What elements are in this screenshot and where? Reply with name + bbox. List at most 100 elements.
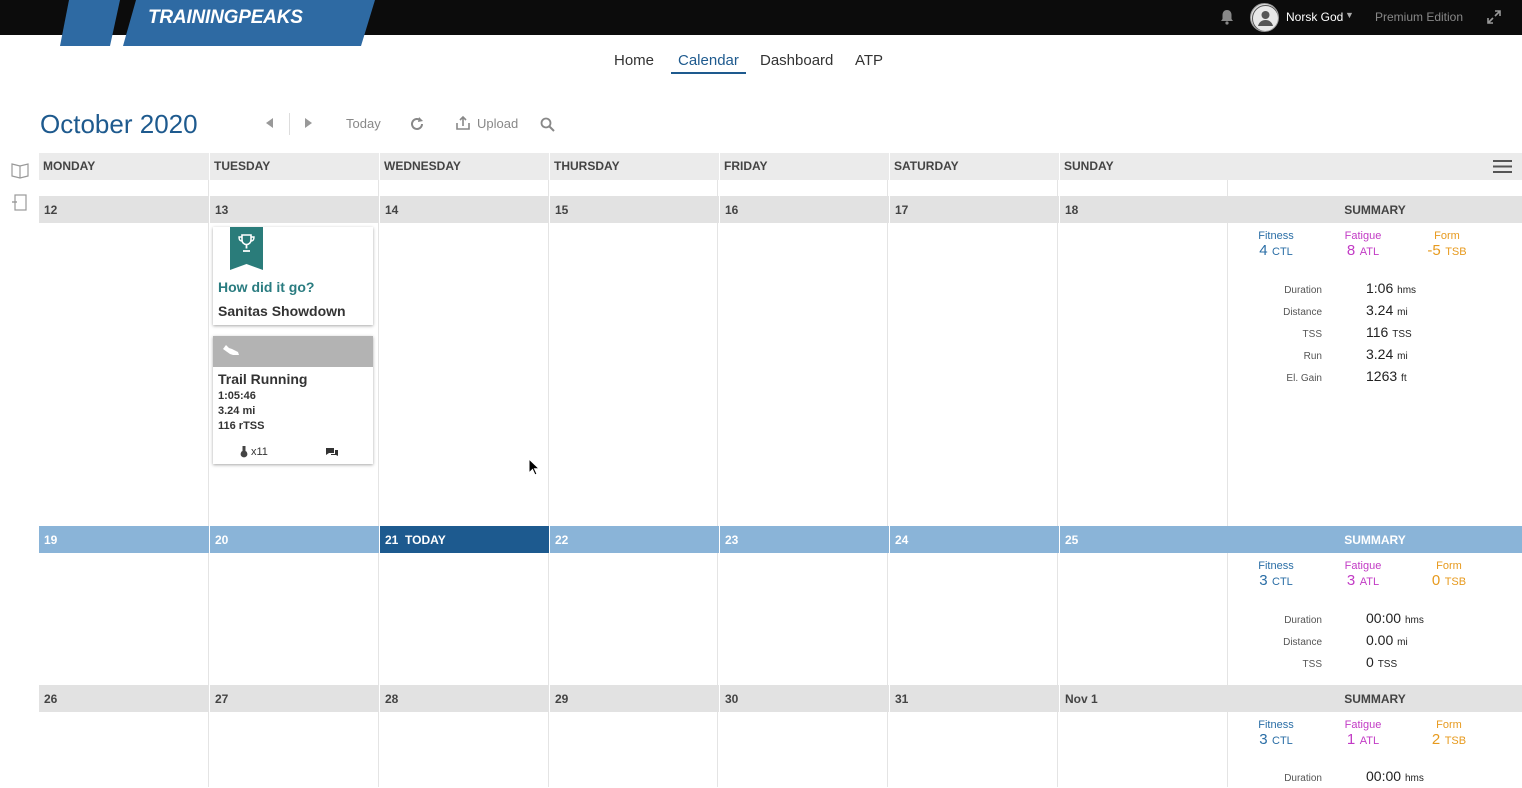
search-icon[interactable] (540, 117, 555, 132)
stat-label: Duration (1284, 285, 1322, 296)
day-cell[interactable]: 16 (719, 196, 889, 223)
day-cell[interactable]: 14 (379, 196, 549, 223)
summary-stat-distance: Distance 3.24 mi (1260, 302, 1460, 322)
day-cell[interactable]: 23 (719, 526, 889, 553)
day-cell[interactable]: 26 (39, 685, 209, 712)
logo-text: TRAININGPEAKS (148, 7, 303, 28)
tsb-unit: TSB (1445, 246, 1467, 258)
atl-unit: ATL (1359, 735, 1380, 747)
summary-label: SUMMARY (1344, 533, 1406, 547)
avatar-emblem-icon (1252, 5, 1278, 31)
stat-unit: mi (1397, 307, 1408, 318)
day-cell[interactable]: 22 (549, 526, 719, 553)
form-value: -5 (1427, 242, 1441, 259)
stat-value: 1:06 (1366, 280, 1394, 296)
stat-label: Distance (1283, 307, 1322, 318)
comment-icon[interactable] (325, 446, 339, 458)
day-cell[interactable]: 12 (39, 196, 209, 223)
workout-distance: 3.24 mi (218, 405, 256, 417)
day-header-monday: MONDAY (43, 159, 96, 173)
plans-icon[interactable] (10, 193, 30, 213)
kudos-icon[interactable] (240, 446, 248, 458)
stat-value: 116 (1366, 324, 1389, 340)
event-card[interactable]: How did it go? Sanitas Showdown (213, 227, 373, 325)
day-cell[interactable]: 28 (379, 685, 549, 712)
stat-label: TSS (1302, 659, 1322, 670)
kudos-count[interactable]: x11 (251, 446, 268, 458)
day-cell[interactable]: 27 (209, 685, 379, 712)
upload-button[interactable]: Upload (477, 116, 518, 131)
library-book-icon[interactable] (10, 160, 30, 180)
stat-unit: mi (1397, 637, 1408, 648)
today-button[interactable]: Today (346, 116, 381, 131)
stat-label: Distance (1283, 637, 1322, 648)
form-value: 2 (1431, 731, 1441, 748)
day-header-row: MONDAY TUESDAY WEDNESDAY THURSDAY FRIDAY… (39, 153, 1522, 180)
day-header-friday: FRIDAY (719, 153, 889, 180)
nav-home[interactable]: Home (614, 52, 654, 69)
refresh-icon[interactable] (409, 116, 425, 132)
day-cell[interactable]: 25 (1059, 526, 1228, 553)
user-avatar[interactable] (1250, 3, 1279, 32)
today-cell[interactable]: 21 TODAY (379, 526, 549, 553)
day-header-wednesday: WEDNESDAY (379, 153, 549, 180)
ctl-unit: CTL (1272, 735, 1293, 747)
summary-stat-run: Run 3.24 mi (1260, 346, 1460, 366)
fatigue-label: Fatigue (1344, 560, 1382, 572)
mouse-cursor-icon (528, 458, 540, 476)
day-header-tuesday: TUESDAY (209, 153, 379, 180)
username[interactable]: Norsk God (1286, 10, 1343, 24)
summary-stat-elevation-gain: El. Gain 1263 ft (1260, 368, 1460, 388)
chevron-left-icon[interactable] (264, 117, 276, 129)
ctl-unit: CTL (1272, 246, 1293, 258)
stat-unit: TSS (1377, 659, 1398, 670)
day-cell[interactable]: 20 (209, 526, 379, 553)
stat-value: 00:00 (1366, 768, 1402, 784)
workout-tss: 116 rTSS (218, 420, 265, 432)
user-menu-caret-icon[interactable]: ▼ (1345, 10, 1354, 20)
day-cell[interactable]: Nov 1 (1059, 685, 1228, 712)
calendar-title: October 2020 (40, 109, 198, 140)
stat-value: 0.00 (1366, 632, 1394, 648)
stat-label: Duration (1284, 773, 1322, 784)
day-cell[interactable]: 19 (39, 526, 209, 553)
day-cell[interactable]: 18 (1059, 196, 1228, 223)
upload-icon[interactable] (455, 115, 471, 131)
form-label: Form (1434, 230, 1460, 242)
day-cell[interactable]: 13 (209, 196, 379, 223)
nav-dashboard[interactable]: Dashboard (760, 52, 833, 69)
hamburger-menu-icon[interactable] (1493, 159, 1512, 174)
day-cell[interactable]: 31 (889, 685, 1059, 712)
event-question[interactable]: How did it go? (218, 279, 314, 295)
chevron-right-icon[interactable] (302, 117, 314, 129)
nav-atp[interactable]: ATP (855, 52, 883, 69)
day-cell[interactable]: 15 (549, 196, 719, 223)
stat-value: 1263 (1366, 368, 1398, 384)
day-cell[interactable]: 24 (889, 526, 1059, 553)
fitness-value: 3 (1259, 572, 1268, 589)
day-cell[interactable]: 29 (549, 685, 719, 712)
fitness-label: Fitness (1258, 230, 1294, 242)
workout-card-header (213, 336, 373, 367)
fatigue-metric: Fatigue 3 ATL (1334, 560, 1392, 590)
bell-icon[interactable] (1218, 8, 1236, 26)
fitness-value: 4 (1259, 242, 1268, 259)
day-header-sunday: SUNDAY (1059, 153, 1228, 180)
summary-stat-duration: Duration 1:06 hms (1260, 280, 1460, 300)
day-cell[interactable]: 30 (719, 685, 889, 712)
day-cell[interactable]: 17 (889, 196, 1059, 223)
form-label: Form (1436, 719, 1462, 731)
form-metric: Form 2 TSB (1420, 719, 1478, 749)
fitness-label: Fitness (1258, 560, 1294, 572)
toolbar-divider (289, 113, 290, 135)
stat-value: 00:00 (1366, 610, 1402, 626)
fitness-metric: Fitness 3 CTL (1250, 560, 1302, 590)
workout-card[interactable]: Trail Running 1:05:46 3.24 mi 116 rTSS x… (213, 336, 373, 464)
event-ribbon (230, 227, 263, 270)
form-label: Form (1436, 560, 1462, 572)
expand-icon[interactable] (1486, 9, 1502, 25)
nav-calendar[interactable]: Calendar (671, 52, 746, 74)
stat-unit: ft (1401, 373, 1407, 384)
week-row-1: 12 13 14 15 16 17 18 SUMMARY (39, 196, 1522, 223)
stat-unit: TSS (1392, 329, 1412, 340)
